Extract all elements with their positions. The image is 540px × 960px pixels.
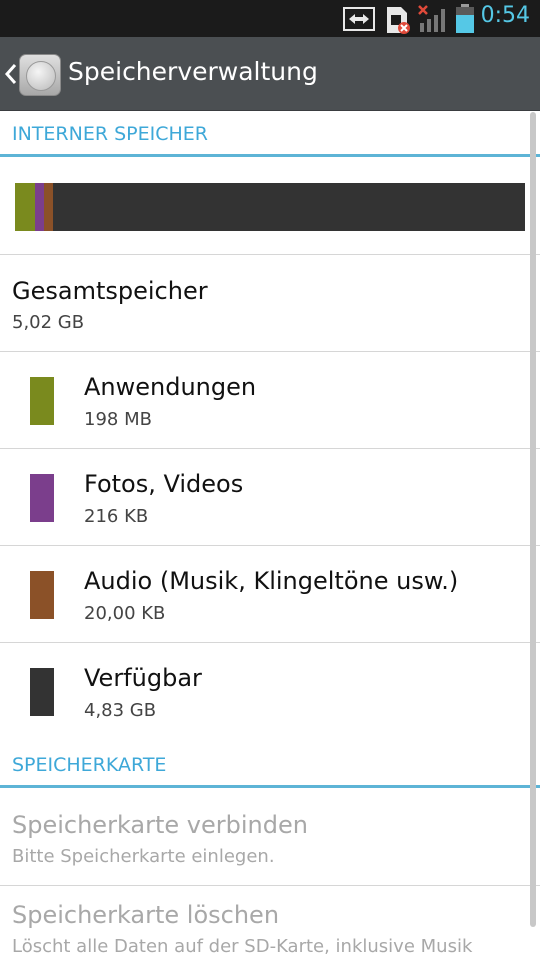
scrollbar[interactable]	[530, 112, 536, 927]
item-value: 4,83 GB	[84, 700, 157, 721]
sim-error-icon	[385, 5, 411, 39]
total-value: 5,02 GB	[12, 312, 85, 333]
section-title: SPEICHERKARTE	[12, 754, 167, 776]
storage-usage-bar	[15, 183, 525, 231]
photos-color-swatch	[30, 474, 54, 522]
item-subtitle: Löscht alle Daten auf der SD-Karte, inkl…	[12, 936, 473, 957]
status-bar: 0:54	[0, 0, 540, 37]
item-title: Fotos, Videos	[84, 470, 244, 498]
item-title: Anwendungen	[84, 373, 257, 401]
no-signal-icon	[418, 5, 450, 37]
item-value: 20,00 KB	[84, 603, 166, 624]
item-title: Speicherkarte löschen	[12, 901, 280, 929]
battery-icon	[455, 4, 475, 38]
action-bar: Speicherverwaltung	[0, 37, 540, 111]
storage-icon[interactable]	[19, 54, 61, 96]
item-subtitle: Bitte Speicherkarte einlegen.	[12, 846, 275, 867]
section-title: INTERNER SPEICHER	[12, 123, 208, 145]
item-title: Speicherkarte verbinden	[12, 811, 308, 839]
item-title: Verfügbar	[84, 664, 202, 692]
usage-segment-audio	[44, 183, 53, 231]
total-label: Gesamtspeicher	[12, 277, 208, 305]
apps-color-swatch	[30, 377, 54, 425]
item-title: Audio (Musik, Klingeltöne usw.)	[84, 567, 459, 595]
usage-segment-apps	[15, 183, 35, 231]
item-value: 198 MB	[84, 409, 152, 430]
usage-segment-photos	[35, 183, 44, 231]
screen-mirror-icon	[343, 7, 375, 35]
section-header-internal: INTERNER SPEICHER	[0, 111, 540, 157]
available-color-swatch	[30, 668, 54, 716]
status-clock: 0:54	[480, 3, 530, 28]
back-icon[interactable]	[4, 62, 18, 90]
item-value: 216 KB	[84, 506, 149, 527]
section-header-sdcard: SPEICHERKARTE	[0, 742, 540, 788]
audio-color-swatch	[30, 571, 54, 619]
page-title: Speicherverwaltung	[68, 57, 318, 86]
